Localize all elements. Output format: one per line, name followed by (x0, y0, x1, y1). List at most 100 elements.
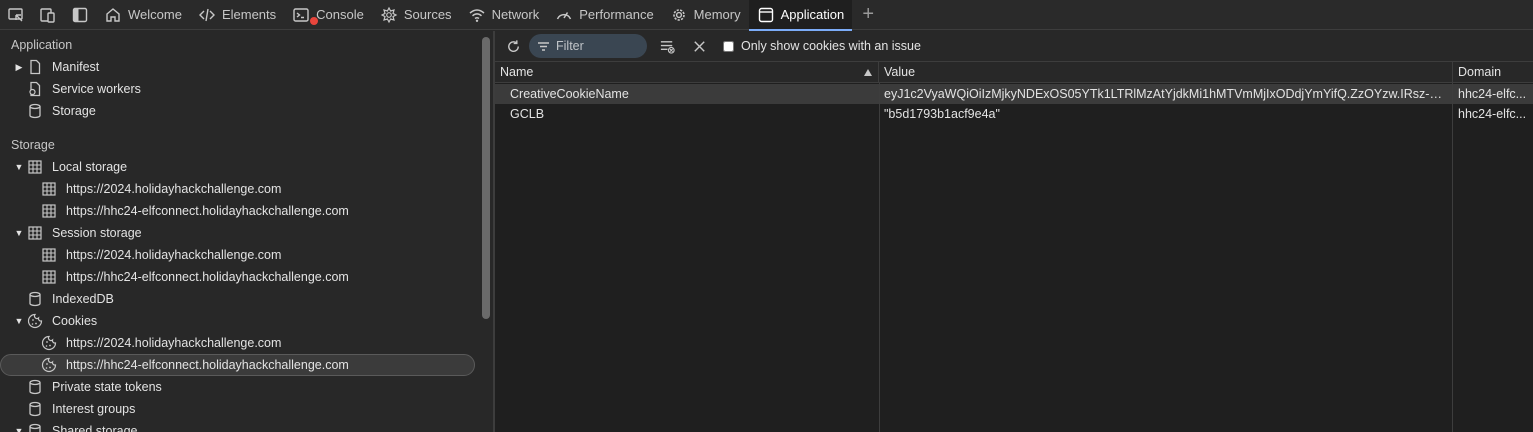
devtools-tab-bar: Welcome Elements Console Sources Network… (0, 0, 1533, 31)
document-icon (26, 58, 44, 76)
sidebar-item-session-storage[interactable]: ▼ Session storage (0, 222, 480, 244)
column-divider[interactable] (879, 83, 880, 432)
more-tools-plus-icon[interactable]: + (852, 0, 884, 30)
cookie-domain-cell: hhc24-elfc... (1458, 87, 1527, 101)
clear-list-icon (660, 40, 675, 54)
table-row[interactable]: CreativeCookieName eyJ1c2VyaWQiOiIzMjkyN… (495, 84, 1533, 104)
sidebar-item-label: https://2024.holidayhackchallenge.com (66, 182, 282, 196)
delete-selected-button[interactable] (685, 32, 713, 60)
collapse-arrow-icon[interactable]: ▼ (12, 316, 26, 326)
cookie-icon (26, 312, 44, 330)
window-icon (758, 7, 773, 22)
tab-sources[interactable]: Sources (372, 0, 460, 30)
sidebar-item-local-storage-origin[interactable]: https://2024.holidayhackchallenge.com (0, 178, 480, 200)
sidebar-item-label: https://hhc24-elfconnect.holidayhackchal… (66, 270, 349, 284)
sidebar-item-label: Cookies (52, 314, 98, 328)
cookie-name-cell: GCLB (510, 107, 545, 121)
refresh-button[interactable] (499, 32, 527, 60)
tab-label: Elements (221, 7, 277, 22)
sidebar-item-local-storage-origin[interactable]: https://hhc24-elfconnect.holidayhackchal… (0, 200, 480, 222)
cookie-toolbar: Only show cookies with an issue (495, 31, 1533, 62)
collapse-arrow-icon[interactable]: ▼ (12, 162, 26, 172)
sidebar-item-cookies-origin-selected[interactable]: https://hhc24-elfconnect.holidayhackchal… (0, 354, 475, 376)
column-header-value[interactable]: Value (879, 62, 1453, 83)
service-worker-icon (26, 80, 44, 98)
only-issues-checkbox[interactable] (723, 40, 734, 52)
tab-elements[interactable]: Elements (190, 0, 284, 30)
sidebar-item-label: https://hhc24-elfconnect.holidayhackchal… (66, 204, 349, 218)
cookie-domain-cell: hhc24-elfc... (1458, 107, 1527, 121)
close-icon (693, 40, 705, 52)
sidebar-item-label: IndexedDB (52, 292, 114, 306)
clear-all-button[interactable] (653, 32, 681, 60)
column-header-name[interactable]: Name (495, 62, 879, 83)
sidebar-scrollbar[interactable] (482, 37, 490, 319)
home-icon (106, 7, 120, 22)
sidebar-item-cookies[interactable]: ▼ Cookies (0, 310, 480, 332)
sidebar-item-label: Interest groups (52, 402, 136, 416)
tab-console[interactable]: Console (284, 0, 372, 30)
database-icon (26, 400, 44, 418)
table-row[interactable]: GCLB "b5d1793b1acf9e4a" hhc24-elfc... (495, 104, 1533, 124)
column-header-label: Name (500, 65, 534, 79)
column-header-label: Value (884, 65, 916, 79)
inspect-element-icon[interactable] (0, 0, 32, 30)
only-issues-toggle[interactable]: Only show cookies with an issue (723, 39, 921, 53)
sidebar-item-indexeddb[interactable]: IndexedDB (0, 288, 480, 310)
cookie-table: Name Value Domain CreativeCookieName eyJ… (495, 62, 1533, 432)
sidebar-item-manifest[interactable]: ▶ Manifest (0, 56, 480, 78)
tab-memory[interactable]: Memory (662, 0, 749, 30)
sidebar-item-label: Service workers (52, 82, 141, 96)
sidebar-item-service-workers[interactable]: Service workers (0, 78, 480, 100)
sort-ascending-icon (864, 69, 872, 76)
sidebar-item-label: Local storage (52, 160, 128, 174)
column-divider[interactable] (1452, 83, 1453, 432)
expand-arrow-icon[interactable]: ▶ (12, 62, 26, 73)
cookie-icon (40, 334, 58, 352)
sidebar-item-label: https://hhc24-elfconnect.holidayhackchal… (66, 358, 349, 372)
sidebar-item-label: Session storage (52, 226, 142, 240)
sidebar-item-label: Private state tokens (52, 380, 162, 394)
sidebar-item-private-state-tokens[interactable]: Private state tokens (0, 376, 480, 398)
filter-input[interactable] (556, 39, 636, 53)
column-header-domain[interactable]: Domain (1453, 62, 1533, 83)
tab-label: Sources (403, 7, 452, 22)
sidebar-item-label: https://2024.holidayhackchallenge.com (66, 248, 282, 262)
sidebar-toggle-icon[interactable] (64, 0, 96, 30)
sidebar-item-session-storage-origin[interactable]: https://hhc24-elfconnect.holidayhackchal… (0, 266, 480, 288)
tab-label: Welcome (128, 7, 182, 22)
tab-network[interactable]: Network (460, 0, 548, 30)
tab-label: Application (780, 7, 845, 22)
wifi-icon (469, 8, 485, 22)
collapse-arrow-icon[interactable]: ▼ (12, 228, 26, 238)
sidebar-item-interest-groups[interactable]: Interest groups (0, 398, 480, 420)
tab-application[interactable]: Application (748, 0, 853, 31)
tab-performance[interactable]: Performance (547, 0, 661, 30)
filter-box[interactable] (529, 34, 647, 58)
storage-section-header: Storage (11, 138, 55, 152)
code-icon (198, 8, 215, 21)
grid-icon (40, 246, 58, 264)
database-icon (26, 378, 44, 396)
device-toolbar-icon[interactable] (32, 0, 64, 30)
sidebar-item-label: Storage (52, 104, 96, 118)
grid-icon (40, 202, 58, 220)
sidebar-item-session-storage-origin[interactable]: https://2024.holidayhackchallenge.com (0, 244, 480, 266)
grid-icon (40, 268, 58, 286)
sidebar-item-storage[interactable]: Storage (0, 100, 480, 122)
cookie-name-cell: CreativeCookieName (510, 87, 629, 101)
application-section-header: Application (11, 38, 73, 52)
only-issues-label: Only show cookies with an issue (741, 39, 921, 53)
tab-welcome[interactable]: Welcome (96, 0, 190, 30)
column-header-label: Domain (1458, 65, 1502, 79)
database-icon (26, 290, 44, 308)
sidebar-item-shared-storage[interactable]: ▼ Shared storage (0, 420, 480, 432)
collapse-arrow-icon[interactable]: ▼ (12, 426, 26, 432)
sidebar-item-local-storage[interactable]: ▼ Local storage (0, 156, 480, 178)
grid-icon (26, 158, 44, 176)
gear-icon (672, 8, 685, 21)
table-header: Name Value Domain (495, 62, 1533, 83)
sidebar-item-label: https://2024.holidayhackchallenge.com (66, 336, 282, 350)
sidebar-item-label: Manifest (52, 60, 100, 74)
sidebar-item-cookies-origin[interactable]: https://2024.holidayhackchallenge.com (0, 332, 480, 354)
